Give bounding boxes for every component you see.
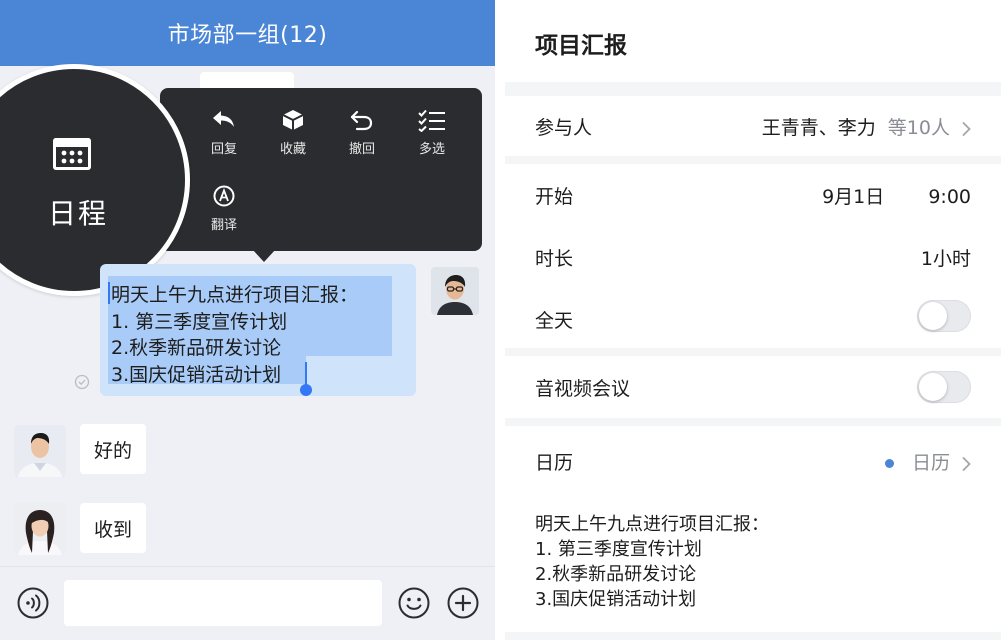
- calendar-name: 日历: [911, 452, 950, 474]
- message-input[interactable]: [64, 580, 382, 626]
- message-line: 2.秋季新品研发讨论: [111, 337, 282, 359]
- description-line: 3.国庆促销活动计划: [535, 589, 697, 610]
- menu-multi-select-label: 多选: [418, 142, 445, 157]
- description-line: 明天上午九点进行项目汇报：: [535, 514, 769, 535]
- participants-more: 等10人: [887, 117, 950, 139]
- menu-favorite[interactable]: 收藏: [261, 108, 325, 157]
- reply-icon: [213, 111, 234, 127]
- calendar-icon: [53, 138, 91, 170]
- participants-row[interactable]: 参与人 王青青、李力 等10人: [505, 96, 1001, 156]
- avatar[interactable]: [431, 267, 479, 315]
- message-line: 1. 第三季度宣传计划: [111, 311, 288, 333]
- reply-text: 好的: [94, 439, 133, 462]
- chevron-right-icon: [962, 121, 971, 136]
- voice-icon[interactable]: [16, 586, 50, 620]
- translate-icon: [213, 185, 235, 207]
- selection-start-handle[interactable]: [108, 282, 110, 304]
- menu-recall-label: 撤回: [348, 142, 375, 157]
- video-conference-row: 音视频会议: [505, 356, 1001, 418]
- reply-text: 收到: [94, 518, 133, 541]
- menu-recall[interactable]: 撤回: [330, 108, 394, 157]
- event-header: 项目汇报: [505, 0, 1001, 82]
- description-line: 2.秋季新品研发讨论: [535, 564, 697, 585]
- calendar-value[interactable]: 日历: [884, 448, 971, 475]
- add-icon[interactable]: [446, 586, 480, 620]
- start-time: 9:00: [928, 186, 971, 208]
- event-title: 项目汇报: [535, 33, 627, 59]
- menu-schedule-label: 日程: [48, 197, 109, 230]
- video-conference-label: 音视频会议: [535, 378, 631, 400]
- menu-favorite-label: 收藏: [279, 142, 306, 157]
- user-avatar-icon: [431, 267, 479, 315]
- duration-value[interactable]: 1小时: [921, 244, 971, 271]
- start-date: 9月1日: [822, 186, 885, 208]
- avatar[interactable]: [14, 425, 66, 477]
- calendar-section: 日历 日历 明天上午九点进行项目汇报： 1. 第三季度宣传计划 2.秋季新品研发…: [505, 426, 1001, 632]
- calendar-color-dot: [884, 459, 894, 468]
- read-status-icon: [74, 374, 90, 390]
- message-line: 3.国庆促销活动计划: [111, 364, 282, 386]
- start-value[interactable]: 9月1日 9:00: [822, 182, 971, 209]
- all-day-toggle[interactable]: [917, 300, 971, 332]
- reply-message-bubble[interactable]: 好的: [80, 424, 147, 474]
- menu-pointer: [252, 249, 276, 262]
- menu-reply-label: 回复: [210, 142, 237, 157]
- message-context-menu: 回复 收藏 撤回 多选 翻译: [160, 88, 482, 251]
- checklist-icon: [418, 109, 445, 132]
- description-line: 1. 第三季度宣传计划: [535, 539, 702, 560]
- menu-multi-select[interactable]: 多选: [400, 108, 464, 157]
- time-section: 开始 9月1日 9:00 时长 1小时 全天: [505, 164, 1001, 348]
- chat-title: 市场部一组(12): [167, 23, 328, 48]
- participants-label: 参与人: [535, 117, 593, 139]
- selection-end-caret: [305, 362, 307, 386]
- reply-message-bubble[interactable]: 收到: [80, 503, 147, 553]
- user-avatar-icon: [14, 503, 66, 555]
- calendar-label: 日历: [535, 452, 574, 474]
- avatar[interactable]: [14, 503, 66, 555]
- menu-translate-label: 翻译: [210, 218, 237, 233]
- all-day-label: 全天: [535, 310, 574, 332]
- chat-panel: 市场部一组(12) 回复 收藏 撤回 多选 翻译 日程 明天上午九点进行项目汇报…: [0, 0, 495, 640]
- menu-reply[interactable]: 回复: [192, 108, 256, 157]
- message-line: 明天上午九点进行项目汇报：: [111, 284, 359, 306]
- user-avatar-icon: [14, 425, 66, 477]
- undo-icon: [350, 110, 373, 131]
- menu-translate[interactable]: 翻译: [192, 184, 256, 233]
- participants-names: 王青青、李力: [761, 117, 876, 139]
- event-panel: 项目汇报 参与人 王青青、李力 等10人 开始 9月1日 9:00 时长 1小时…: [505, 0, 1001, 640]
- video-conference-toggle[interactable]: [917, 371, 971, 403]
- emoji-icon[interactable]: [397, 586, 431, 620]
- chat-header: 市场部一组(12): [0, 0, 495, 66]
- duration-label: 时长: [535, 248, 574, 270]
- selection-end-handle[interactable]: [300, 384, 312, 396]
- box-icon: [282, 110, 304, 130]
- chevron-right-icon: [962, 456, 971, 471]
- start-label: 开始: [535, 186, 574, 208]
- participants-value: 王青青、李力 等10人: [762, 113, 971, 140]
